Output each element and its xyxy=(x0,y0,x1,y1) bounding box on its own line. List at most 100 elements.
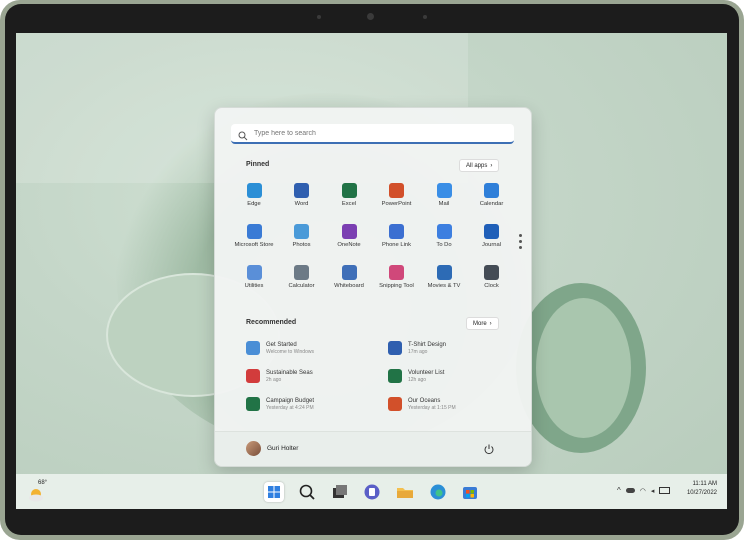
weather-sun-icon xyxy=(29,489,43,502)
pinned-app-label: Utilities xyxy=(244,283,264,289)
onenote-icon xyxy=(341,224,357,239)
start-menu: Pinned All apps › Edge Word Excel PowerPoin… xyxy=(214,107,532,467)
pinned-app-onenote[interactable]: OneNote xyxy=(326,224,372,248)
recommended-item-detail: 2h ago xyxy=(266,377,282,383)
desktop-screen: Pinned All apps › Edge Word Excel PowerPoin… xyxy=(16,33,727,509)
search-box[interactable] xyxy=(231,124,514,144)
file-explorer-button[interactable] xyxy=(395,482,415,502)
pdf-icon xyxy=(246,369,260,383)
recommended-item-name: Get Started xyxy=(266,342,297,348)
task-view-button[interactable] xyxy=(330,482,350,502)
teams-button[interactable] xyxy=(362,482,382,502)
teams-icon xyxy=(364,484,380,500)
pinned-app-label: Snipping Tool xyxy=(379,283,414,289)
page-dots[interactable] xyxy=(519,234,522,252)
pinned-app-to-do[interactable]: To Do xyxy=(421,224,467,248)
edge-icon xyxy=(430,484,446,500)
pinned-app-phone-link[interactable]: Phone Link xyxy=(374,224,420,248)
pinned-app-whiteboard[interactable]: Whiteboard xyxy=(326,265,372,289)
journal-icon xyxy=(484,224,499,239)
wifi-icon[interactable]: ◠ xyxy=(640,487,646,495)
battery-icon[interactable] xyxy=(659,487,671,494)
pinned-app-label: Phone Link xyxy=(381,242,411,248)
clock-date: 10/27/2022 xyxy=(686,490,717,496)
pinned-app-movies-tv[interactable]: Movies & TV xyxy=(421,265,467,289)
recommended-item-detail: Yesterday at 4:24 PM xyxy=(266,405,314,411)
avatar xyxy=(246,441,261,456)
phone-link-icon xyxy=(389,224,404,239)
pinned-app-label: Excel xyxy=(341,201,357,207)
recommended-item[interactable]: Volunteer List 12h ago xyxy=(388,369,444,384)
page-dot xyxy=(519,240,522,243)
pinned-app-powerpoint[interactable]: PowerPoint xyxy=(374,183,420,207)
pinned-app-photos[interactable]: Photos xyxy=(279,224,325,248)
recommended-item[interactable]: Our Oceans Yesterday at 1:15 PM xyxy=(388,397,456,412)
volume-icon[interactable]: ◂ xyxy=(651,487,655,495)
pinned-app-word[interactable]: Word xyxy=(279,183,325,207)
recommended-item[interactable]: Get Started Welcome to Windows xyxy=(246,341,314,356)
powerpoint-icon xyxy=(389,183,404,198)
word-doc-icon xyxy=(388,341,402,355)
pinned-app-mail[interactable]: Mail xyxy=(421,183,467,207)
file-explorer-icon xyxy=(397,488,413,498)
calculator-icon xyxy=(294,265,309,280)
all-apps-label: All apps xyxy=(466,162,488,169)
system-tray[interactable]: ^ ◠ ◂ xyxy=(617,486,671,495)
pinned-app-label: Edge xyxy=(247,201,261,207)
recommended-item-name: Volunteer List xyxy=(408,370,445,376)
pinned-app-microsoft-store[interactable]: Microsoft Store xyxy=(231,224,277,248)
search-button[interactable] xyxy=(297,482,317,502)
pinned-app-calendar[interactable]: Calendar xyxy=(469,183,515,207)
search-input[interactable] xyxy=(254,129,494,137)
pinned-app-journal[interactable]: Journal xyxy=(469,224,515,248)
recommended-item[interactable]: Campaign Budget Yesterday at 4:24 PM xyxy=(246,397,314,412)
clock-widget[interactable]: 11:11 AM 10/27/2022 xyxy=(687,480,717,498)
store-icon xyxy=(246,224,262,239)
clock-time: 11:11 AM xyxy=(692,481,717,487)
recommended-item-detail: 17m ago xyxy=(408,349,428,355)
search-icon xyxy=(299,484,315,500)
pinned-app-edge[interactable]: Edge xyxy=(231,183,277,207)
power-icon[interactable] xyxy=(483,442,495,455)
start-icon xyxy=(268,486,280,498)
store-button[interactable] xyxy=(460,482,480,502)
weather-widget[interactable]: 68° xyxy=(27,480,51,504)
recommended-item-detail: Welcome to Windows xyxy=(266,349,314,355)
chevron-up-icon[interactable]: ^ xyxy=(617,486,621,495)
photos-icon xyxy=(294,224,309,239)
recommended-item-name: Our Oceans xyxy=(408,398,441,404)
pinned-app-excel[interactable]: Excel xyxy=(326,183,372,207)
pinned-title: Pinned xyxy=(246,161,270,168)
sensor-dot xyxy=(423,15,427,19)
calendar-icon xyxy=(484,183,499,198)
wallpaper-petal xyxy=(536,298,631,438)
page-dot xyxy=(519,246,522,249)
camera-icon xyxy=(367,13,374,20)
excel-icon xyxy=(341,183,357,198)
pinned-app-snipping-tool[interactable]: Snipping Tool xyxy=(374,265,420,289)
word-icon xyxy=(294,183,309,198)
pinned-app-label: Calendar xyxy=(479,201,504,207)
pinned-app-calculator[interactable]: Calculator xyxy=(279,265,325,289)
pinned-app-label: Movies & TV xyxy=(427,283,461,289)
pinned-app-utilities[interactable]: Utilities xyxy=(231,265,277,289)
onedrive-icon[interactable] xyxy=(625,488,635,493)
pinned-app-clock[interactable]: Clock xyxy=(469,265,515,289)
user-account-button[interactable]: Guri Holter xyxy=(246,441,298,456)
recommended-item-name: Campaign Budget xyxy=(266,398,315,404)
pinned-app-label: Whiteboard xyxy=(334,283,364,289)
recommended-item-detail: Yesterday at 1:15 PM xyxy=(408,405,456,411)
more-button[interactable]: More › xyxy=(466,317,499,330)
start-button[interactable] xyxy=(264,482,284,502)
pinned-app-label: To Do xyxy=(436,242,452,248)
recommended-item[interactable]: T-Shirt Design 17m ago xyxy=(388,341,446,356)
pinned-app-label: Mail xyxy=(438,201,450,207)
all-apps-button[interactable]: All apps › xyxy=(459,159,500,172)
edge-button[interactable] xyxy=(428,482,448,502)
chevron-right-icon: › xyxy=(489,320,492,327)
recommended-item-name: Sustainable Seas xyxy=(266,370,313,376)
recommended-item-name: T-Shirt Design xyxy=(408,342,447,348)
snipping-tool-icon xyxy=(389,265,404,280)
pinned-app-label: OneNote xyxy=(337,242,361,248)
recommended-item[interactable]: Sustainable Seas 2h ago xyxy=(246,369,313,384)
